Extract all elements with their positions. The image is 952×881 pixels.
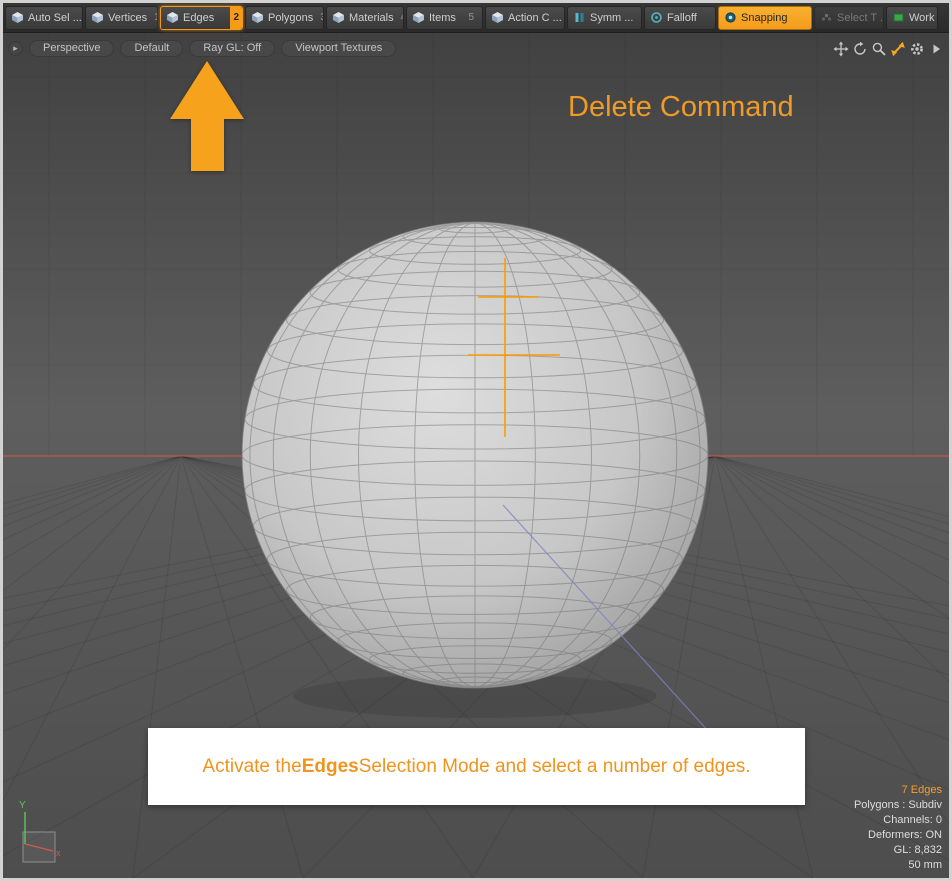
cube-icon bbox=[491, 11, 504, 24]
tab-label: Auto Sel ... bbox=[28, 12, 82, 24]
status-channels: Channels: 0 bbox=[854, 813, 942, 828]
tab-label: Falloff bbox=[667, 12, 697, 24]
tab-edges[interactable]: Edges 2 bbox=[160, 6, 243, 30]
banner-text-suffix: Selection Mode and select a number of ed… bbox=[359, 756, 751, 778]
cube-icon bbox=[332, 11, 345, 24]
tab-label: Symm ... bbox=[590, 12, 633, 24]
tab-shortcut-number: 4 bbox=[398, 12, 404, 23]
panel-chevron-icon[interactable] bbox=[928, 41, 944, 57]
cube-icon bbox=[412, 11, 425, 24]
x-axis-label: x bbox=[56, 848, 61, 858]
tab-label: Work bbox=[909, 12, 934, 24]
delete-command-title: Delete Command bbox=[568, 91, 794, 124]
tab-shortcut-number: 3 bbox=[317, 12, 324, 23]
symmetry-icon bbox=[573, 11, 586, 24]
pan-icon[interactable] bbox=[833, 41, 849, 57]
modo-application-window: Auto Sel ... Vertices 1 Edges 2 Polygons… bbox=[0, 0, 952, 881]
workplane-icon bbox=[892, 11, 905, 24]
viewport-menu-arrow-icon[interactable]: ▸ bbox=[8, 41, 23, 56]
tab-symmetry[interactable]: Symm ... bbox=[567, 6, 642, 30]
tab-polygons[interactable]: Polygons 3 bbox=[245, 6, 324, 30]
viewport-toolbar: ▸ Perspective Default Ray GL: Off Viewpo… bbox=[8, 40, 944, 57]
tab-auto-select[interactable]: Auto Sel ... bbox=[5, 6, 83, 30]
viewport-textures-button[interactable]: Viewport Textures bbox=[281, 40, 396, 57]
falloff-icon bbox=[650, 11, 663, 24]
axis-gizmo: Y x bbox=[13, 794, 77, 866]
tab-materials[interactable]: Materials 4 bbox=[326, 6, 404, 30]
viewport-status-readout: 7 Edges Polygons : Subdiv Channels: 0 De… bbox=[854, 783, 942, 873]
tab-label: Edges bbox=[183, 12, 214, 24]
settings-gear-icon[interactable] bbox=[909, 41, 925, 57]
tab-items[interactable]: Items 5 bbox=[406, 6, 483, 30]
perspective-button[interactable]: Perspective bbox=[29, 40, 114, 57]
tab-snapping[interactable]: Snapping bbox=[718, 6, 812, 30]
up-arrow-annotation bbox=[163, 59, 253, 177]
viewport-3d[interactable]: ▸ Perspective Default Ray GL: Off Viewpo… bbox=[3, 33, 949, 878]
instruction-banner: Activate the Edges Selection Mode and se… bbox=[148, 728, 805, 805]
tab-label: Items bbox=[429, 12, 456, 24]
ray-gl-button[interactable]: Ray GL: Off bbox=[189, 40, 275, 57]
status-polygon-type: Polygons : Subdiv bbox=[854, 798, 942, 813]
status-deformers: Deformers: ON bbox=[854, 828, 942, 843]
tab-label: Materials bbox=[349, 12, 394, 24]
tab-action-center[interactable]: Action C ... bbox=[485, 6, 565, 30]
tab-select-through[interactable]: Select T ... bbox=[814, 6, 884, 30]
status-gl-count: GL: 8,832 bbox=[854, 843, 942, 858]
tab-shortcut-number: 1 bbox=[151, 12, 158, 23]
tab-label: Snapping bbox=[741, 12, 788, 24]
tab-label: Polygons bbox=[268, 12, 313, 24]
cube-icon bbox=[11, 11, 24, 24]
tab-label: Vertices bbox=[108, 12, 147, 24]
tab-falloff[interactable]: Falloff bbox=[644, 6, 716, 30]
status-selected-count: 7 Edges bbox=[854, 783, 942, 798]
banner-text-bold: Edges bbox=[302, 756, 359, 778]
selection-mode-tabbar: Auto Sel ... Vertices 1 Edges 2 Polygons… bbox=[3, 3, 949, 33]
y-axis-label: Y bbox=[19, 800, 26, 811]
maximize-icon[interactable] bbox=[890, 41, 906, 57]
shading-default-button[interactable]: Default bbox=[120, 40, 183, 57]
banner-text-prefix: Activate the bbox=[202, 756, 301, 778]
tab-label: Select T ... bbox=[837, 12, 884, 24]
tab-shortcut-number: 5 bbox=[465, 12, 477, 23]
cube-icon bbox=[91, 11, 104, 24]
cube-icon bbox=[166, 11, 179, 24]
status-focal-length: 50 mm bbox=[854, 858, 942, 873]
orbit-icon[interactable] bbox=[852, 41, 868, 57]
tab-shortcut-number: 2 bbox=[230, 7, 242, 29]
select-through-icon bbox=[820, 11, 833, 24]
tab-work-plane[interactable]: Work bbox=[886, 6, 938, 30]
zoom-icon[interactable] bbox=[871, 41, 887, 57]
cube-icon bbox=[251, 11, 264, 24]
viewport-nav-tools bbox=[833, 41, 944, 57]
tab-label: Action C ... bbox=[508, 12, 562, 24]
tab-vertices[interactable]: Vertices 1 bbox=[85, 6, 158, 30]
snapping-icon bbox=[724, 11, 737, 24]
